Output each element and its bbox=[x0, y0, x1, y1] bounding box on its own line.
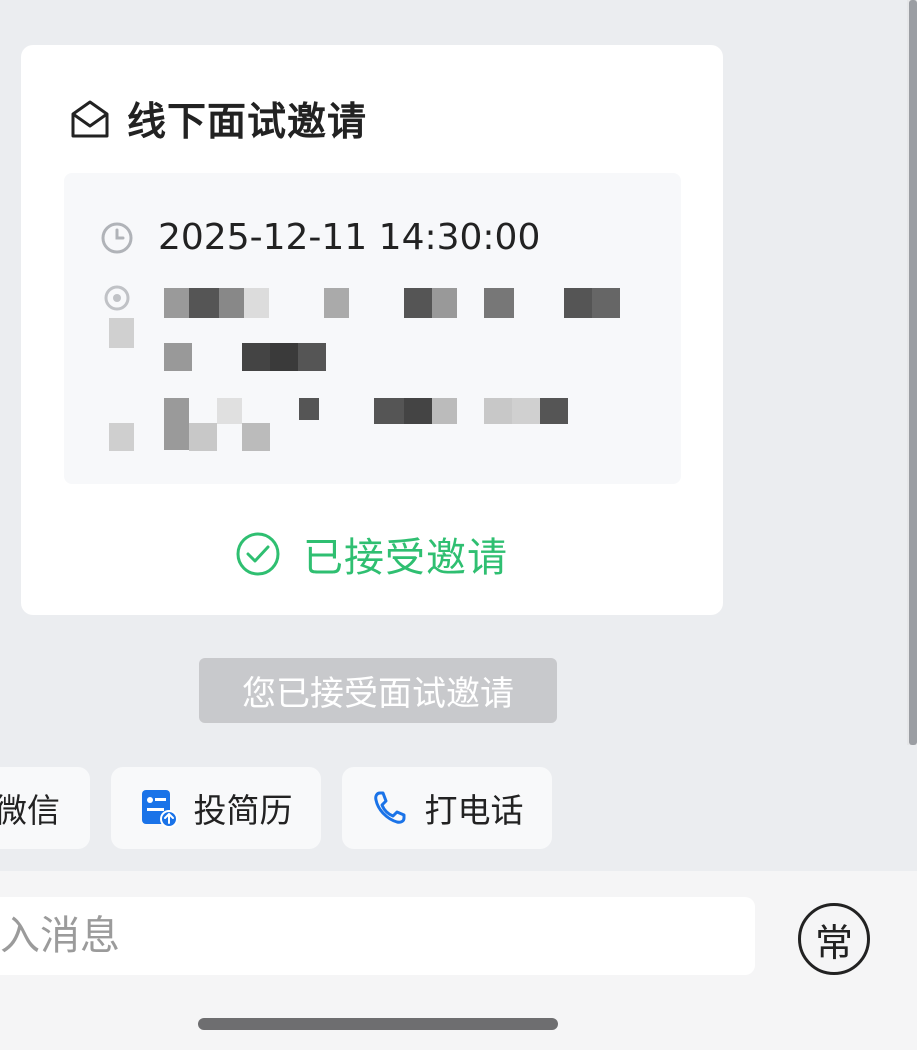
resume-upload-icon bbox=[141, 790, 178, 828]
message-input[interactable] bbox=[0, 897, 755, 975]
invite-card-title: 线下面试邀请 bbox=[127, 100, 368, 145]
resume-button-label: 投简历 bbox=[193, 791, 293, 830]
interview-time: 2025-12-11 14:30:00 bbox=[158, 217, 541, 258]
interview-time-row: 2025-12-11 14:30:00 bbox=[100, 217, 540, 258]
blurred-address bbox=[64, 273, 681, 473]
invite-status-label: 已接受邀请 bbox=[303, 535, 508, 581]
call-button-label: 打电话 bbox=[424, 791, 524, 830]
invite-status: 已接受邀请 bbox=[235, 525, 508, 583]
message-input-bar: 常 bbox=[0, 871, 917, 1050]
check-circle-icon bbox=[236, 532, 280, 576]
phone-icon bbox=[373, 791, 405, 824]
clock-icon bbox=[101, 222, 133, 253]
send-resume-button[interactable]: 投简历 bbox=[111, 767, 321, 849]
scrollbar-thumb[interactable] bbox=[909, 0, 917, 745]
phone-call-button[interactable]: 打电话 bbox=[342, 767, 552, 849]
invite-detail-box: 2025-12-11 14:30:00 bbox=[64, 173, 681, 484]
common-phrases-button[interactable]: 常 bbox=[798, 903, 870, 975]
invite-card-header: 线下面试邀请 bbox=[67, 91, 367, 147]
interview-invite-card[interactable]: 线下面试邀请 2025-12-11 14:30:00 已接受邀请 bbox=[21, 45, 723, 615]
exchange-wechat-button[interactable]: 微信 bbox=[0, 767, 90, 849]
envelope-open-icon bbox=[71, 100, 109, 138]
home-indicator[interactable] bbox=[198, 1018, 558, 1030]
system-notice: 您已接受面试邀请 bbox=[199, 658, 557, 723]
wechat-button-label: 微信 bbox=[0, 791, 60, 830]
scrollbar-track[interactable] bbox=[907, 0, 917, 745]
